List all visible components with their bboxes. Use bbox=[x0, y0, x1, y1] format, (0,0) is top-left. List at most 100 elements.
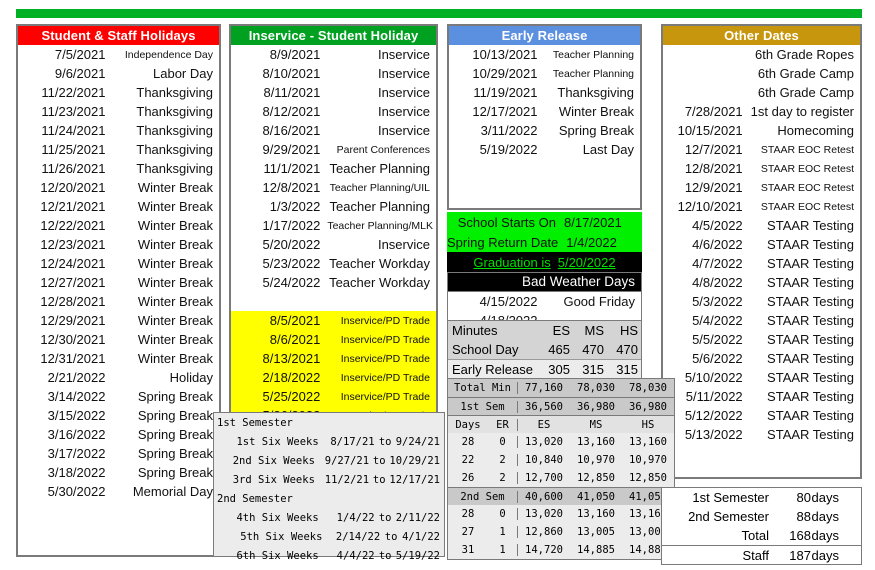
inservice-row bbox=[231, 292, 436, 311]
first-semester-row-name: 1st Six Weeks bbox=[236, 435, 319, 448]
holiday-row: 12/22/2021 Winter Break bbox=[18, 216, 219, 235]
row-label: 6th Grade Ropes bbox=[754, 47, 854, 62]
holiday-row: 11/22/2021 Thanksgiving bbox=[18, 83, 219, 102]
days-grid-header: Days ER ES MS HS bbox=[448, 415, 674, 433]
row-label: Spring Break bbox=[137, 389, 213, 404]
row-date: 1/17/2022 bbox=[262, 218, 321, 233]
day-total-unit: days bbox=[811, 528, 839, 543]
row-date: 8/10/2021 bbox=[262, 66, 321, 81]
column-inservice-student-holiday: Inservice - Student Holiday 8/9/2021 Inse… bbox=[229, 24, 438, 425]
sem1-total-row-es: 36,560 bbox=[517, 400, 570, 413]
minutes-row: School Day 465 470 470 bbox=[448, 340, 641, 359]
row-date: 4/5/2022 bbox=[692, 218, 743, 233]
holiday-rows: 7/5/2021 Independence Day 9/6/2021 Labor Da… bbox=[18, 45, 219, 501]
first-semester-row-end: 10/29/21 bbox=[389, 454, 440, 467]
row-label: 6th Grade Camp bbox=[757, 66, 854, 81]
total-min-row-label: Total Min bbox=[454, 382, 511, 394]
inservice-row: 8/10/2021 Inservice bbox=[231, 64, 436, 83]
inservice-row: 8/9/2021 Inservice bbox=[231, 45, 436, 64]
row-date: 12/27/2021 bbox=[40, 275, 106, 290]
sem1-six-weeks-row: 22 2 10,840 10,970 10,970 bbox=[448, 451, 674, 469]
inservice-row: 1/17/2022 Teacher Planning/MLK bbox=[231, 216, 436, 235]
row-label: Winter Break bbox=[137, 237, 213, 252]
minutes-row-ms: 470 bbox=[582, 342, 604, 357]
minutes-body: School Day 465 470 470 Early Release 305 315 31… bbox=[448, 340, 641, 378]
row-date: 5/24/2022 bbox=[262, 275, 321, 290]
sem2-six-weeks-row: 28 0 13,020 13,160 13,160 bbox=[448, 505, 674, 523]
row-label: Winter Break bbox=[137, 294, 213, 309]
row-label: STAAR EOC Retest bbox=[760, 143, 854, 156]
sem2-six-weeks-row-days: 31 bbox=[461, 544, 475, 556]
row-label: Thanksgiving bbox=[557, 85, 634, 100]
row-date: 12/20/2021 bbox=[40, 180, 106, 195]
row-label: STAAR Testing bbox=[767, 294, 854, 309]
row-label: Teacher Planning/MLK bbox=[327, 219, 433, 232]
sem1-six-weeks-row-ms: 10,970 bbox=[577, 454, 615, 466]
row-date: 12/7/2021 bbox=[684, 142, 743, 157]
early-release-row: 12/17/2021 Winter Break bbox=[449, 102, 640, 121]
day-total-label: 1st Semester bbox=[692, 490, 769, 505]
early-release-rows: 10/13/2021 Teacher Planning 10/29/2021 Teac… bbox=[449, 45, 640, 159]
sem2-six-weeks-row-ms: 14,885 bbox=[577, 544, 615, 556]
other-date-row: 5/12/2022 STAAR Testing bbox=[663, 406, 860, 425]
day-total-unit: days bbox=[811, 490, 839, 505]
other-date-row: 6th Grade Camp bbox=[663, 64, 860, 83]
row-label: Winter Break bbox=[137, 256, 213, 271]
row-label: Inservice bbox=[377, 123, 430, 138]
row-label: STAAR Testing bbox=[767, 332, 854, 347]
row-date: 5/6/2022 bbox=[692, 351, 743, 366]
minutes-row: Early Release 305 315 315 bbox=[448, 359, 641, 378]
row-label: STAAR Testing bbox=[767, 389, 854, 404]
row-label: Inservice/PD Trade bbox=[340, 371, 430, 384]
row-label: Teacher Workday bbox=[329, 275, 430, 290]
first-semester-row-from: 9/27/21 bbox=[324, 454, 370, 467]
holiday-row: 11/26/2021 Thanksgiving bbox=[18, 159, 219, 178]
row-label: Winter Break bbox=[137, 180, 213, 195]
first-semester-title: 1st Semester bbox=[217, 416, 293, 429]
first-semester-row-to: to bbox=[378, 435, 392, 448]
first-semester-row-name: 2nd Six Weeks bbox=[232, 454, 315, 467]
second-semester-row-end: 4/1/22 bbox=[402, 530, 440, 543]
row-date: 12/23/2021 bbox=[40, 237, 106, 252]
row-date: 8/5/2021 bbox=[269, 313, 321, 328]
holiday-row: 12/21/2021 Winter Break bbox=[18, 197, 219, 216]
row-label: Spring Break bbox=[558, 123, 634, 138]
row-label: Inservice bbox=[377, 85, 430, 100]
second-semester-row-name: 6th Six Weeks bbox=[236, 549, 319, 562]
total-min-row-ms: 78,030 bbox=[577, 382, 615, 394]
row-date: 8/13/2021 bbox=[262, 351, 321, 366]
row-date: 12/24/2021 bbox=[40, 256, 106, 271]
sem1-six-weeks-row-days: 26 bbox=[461, 472, 475, 484]
spring-return-label: Spring Return Date bbox=[447, 234, 559, 250]
row-date: 8/9/2021 bbox=[269, 47, 321, 62]
inservice-row: 5/23/2022 Teacher Workday bbox=[231, 254, 436, 273]
row-label: Winter Break bbox=[137, 313, 213, 328]
column-header-inservice: Inservice - Student Holiday bbox=[231, 26, 436, 45]
row-date: 11/22/2021 bbox=[41, 85, 106, 100]
row-label: 1st day to register bbox=[750, 104, 854, 119]
day-total-row: 2nd Semester 88 days bbox=[662, 507, 861, 526]
other-date-row: 5/3/2022 STAAR Testing bbox=[663, 292, 860, 311]
other-date-row: 6th Grade Ropes bbox=[663, 45, 860, 64]
first-semester-row-from: 8/17/21 bbox=[330, 435, 375, 448]
sem2-six-weeks-row-days: 28 bbox=[461, 508, 475, 520]
sem2-six-weeks-row-er: 1 bbox=[499, 526, 506, 538]
column-early-release: Early Release 10/13/2021 Teacher Planning… bbox=[447, 24, 642, 210]
row-date: 11/23/2021 bbox=[41, 104, 106, 119]
holiday-row: 3/17/2022 Spring Break bbox=[18, 444, 219, 463]
row-date: 5/3/2022 bbox=[692, 294, 743, 309]
school-start-row: School Starts On 8/17/2021 bbox=[447, 212, 642, 232]
minutes-row-es: 465 bbox=[548, 342, 570, 357]
early-release-row: 3/11/2022 Spring Break bbox=[449, 121, 640, 140]
other-date-row: 5/10/2022 STAAR Testing bbox=[663, 368, 860, 387]
row-date: 4/7/2022 bbox=[692, 256, 743, 271]
row-date: 4/8/2022 bbox=[692, 275, 743, 290]
row-label: Teacher Planning/UIL bbox=[329, 181, 430, 194]
day-total-value: 168 bbox=[789, 528, 811, 543]
minutes-header-label: Minutes bbox=[452, 323, 498, 338]
sem1-six-weeks-row-hs: 13,160 bbox=[629, 436, 667, 448]
row-date: 8/6/2021 bbox=[269, 332, 321, 347]
row-label: STAAR Testing bbox=[767, 408, 854, 423]
sem2-total-row-es: 40,600 bbox=[517, 490, 570, 503]
row-date: 5/12/2022 bbox=[684, 408, 743, 423]
